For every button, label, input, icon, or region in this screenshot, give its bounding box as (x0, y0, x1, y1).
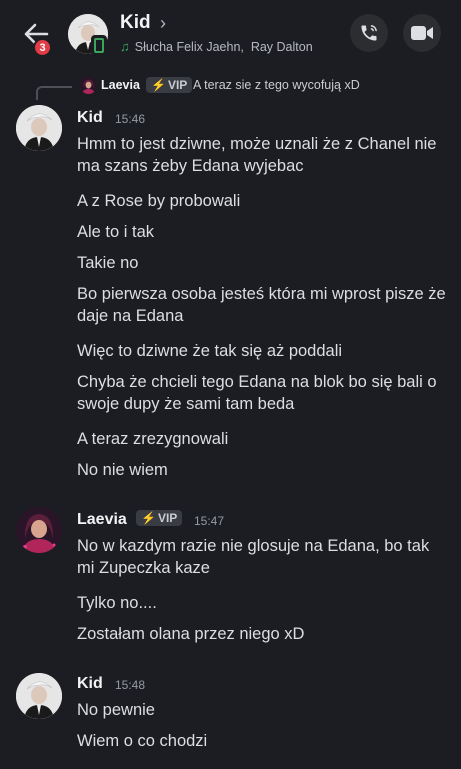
activity-artist-2: Ray Dalton (250, 39, 313, 54)
message-author[interactable]: Kid (77, 675, 103, 693)
message-text[interactable]: Chyba że chcieli tego Edana na blok bo s… (77, 371, 447, 415)
header-name[interactable]: Kid (120, 12, 151, 34)
vip-badge: ⚡ VIP (146, 77, 193, 93)
reply-preview-text[interactable]: A teraz sie z tego wycofują xD (193, 78, 360, 92)
mobile-status-icon (91, 35, 107, 55)
vip-badge: ⚡ VIP (136, 510, 183, 526)
reply-author[interactable]: Laevia (101, 78, 140, 92)
activity-prefix: Słucha (134, 39, 173, 54)
lightning-icon: ⚡ (151, 78, 166, 92)
message-text[interactable]: Zostałam olana przez niego xD (77, 623, 447, 645)
voice-call-button[interactable] (350, 14, 388, 52)
message-text[interactable]: No w kazdym razie nie glosuje na Edana, … (77, 535, 447, 579)
video-camera-icon (411, 26, 433, 40)
author-avatar[interactable] (16, 507, 62, 553)
video-call-button[interactable] (403, 14, 441, 52)
message-text[interactable]: No nie wiem (77, 459, 447, 481)
author-avatar[interactable] (16, 105, 62, 151)
message-text[interactable]: A teraz zrezygnowali (77, 428, 447, 450)
message-timestamp: 15:47 (194, 514, 225, 528)
phone-icon (361, 25, 377, 41)
message-text[interactable]: Hmm to jest dziwne, może uznali że z Cha… (77, 133, 447, 177)
chevron-right-icon[interactable]: › (160, 13, 166, 34)
message-text[interactable]: Ale to i tak (77, 221, 447, 243)
chat-header: 3 Kid › ♫ Słucha Felix Jaehn, Ray Dalton (0, 0, 461, 66)
reply-avatar[interactable] (80, 77, 97, 94)
activity-status: ♫ Słucha Felix Jaehn, Ray Dalton (120, 39, 313, 54)
message-text[interactable]: Tylko no.... (77, 592, 447, 614)
message-author[interactable]: Kid (77, 109, 103, 127)
reply-connector-line (36, 86, 72, 100)
message-text[interactable]: Takie no (77, 252, 447, 274)
unread-count-badge: 3 (33, 38, 52, 57)
message-text[interactable]: No pewnie (77, 699, 447, 721)
author-avatar[interactable] (16, 673, 62, 719)
avatar-image (16, 105, 62, 151)
vip-label: VIP (167, 78, 188, 92)
message-timestamp: 15:46 (115, 112, 146, 126)
avatar-image (80, 77, 97, 94)
message-text[interactable]: Bo pierwsza osoba jesteś która mi wprost… (77, 283, 447, 327)
vip-label: VIP (157, 511, 178, 525)
message-timestamp: 15:48 (115, 678, 146, 692)
message-text[interactable]: A z Rose by probowali (77, 190, 447, 212)
avatar-image (16, 673, 62, 719)
activity-artist-1: Felix Jaehn, (176, 39, 244, 54)
message-author[interactable]: Laevia (77, 511, 127, 529)
music-note-icon: ♫ (120, 39, 130, 54)
lightning-icon: ⚡ (141, 511, 156, 525)
message-text[interactable]: Wiem o co chodzi (77, 730, 447, 752)
message-text[interactable]: Więc to dziwne że tak się aż poddali (77, 340, 447, 362)
avatar-image (16, 507, 62, 553)
